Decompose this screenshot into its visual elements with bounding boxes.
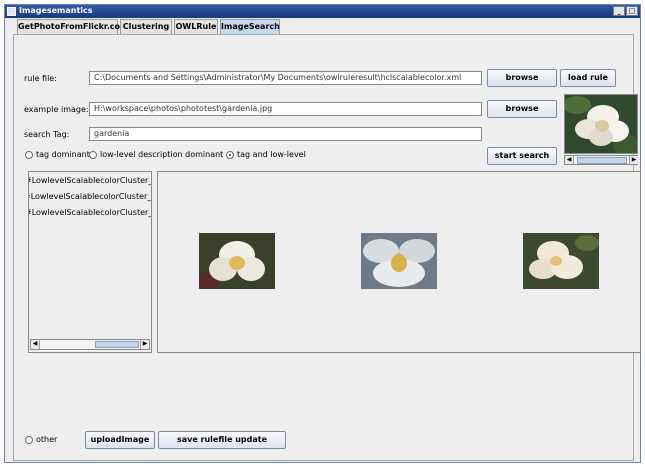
scroll-thumb[interactable] [95,341,139,348]
main-window: Imagesemantics _ □ GetPhotoFromFlickr.co… [4,4,641,463]
result-image[interactable] [199,233,275,289]
search-tag-label: search Tag: [24,130,70,139]
preview-scrollbar[interactable]: ◀ ▶ [564,155,638,165]
scroll-right-icon[interactable]: ▶ [140,340,149,349]
gardenia-result-image [361,233,437,289]
radio-label: low-level description dominant [100,150,224,159]
list-item[interactable]: #LowlevelScalablecolorCluster_2 [29,190,151,204]
radio-tag-dominant[interactable]: tag dominant [25,150,90,159]
rule-file-label: rule file: [24,74,57,83]
radio-low-level-dominant[interactable]: low-level description dominant [89,150,223,159]
result-image[interactable] [361,233,437,289]
tab-getphotofromflickr[interactable]: GetPhotoFromFlickr.com [17,19,128,34]
browse-rule-file-button[interactable]: browse [487,69,557,87]
maximize-button[interactable]: □ [626,6,638,16]
example-image-label: example image: [24,105,89,114]
list-horizontal-scrollbar[interactable]: ◀ ▶ [30,339,150,350]
tab-imagesearch[interactable]: ImageSearch [220,19,280,35]
browse-image-button[interactable]: browse [487,100,557,118]
result-image[interactable] [523,233,599,289]
gardenia-result-image [199,233,275,289]
radio-label: tag and low-level [237,150,306,159]
gardenia-preview-image [565,95,637,153]
radio-circle [25,435,33,444]
gardenia-result-image [523,233,599,289]
scroll-left-icon[interactable]: ◀ [31,340,40,349]
radio-other[interactable]: other [25,435,57,444]
radio-label: tag dominant [36,150,90,159]
example-image-preview [564,94,638,154]
list-item[interactable]: #LowlevelScalablecolorCluster_3 [29,206,151,220]
scroll-left-icon[interactable]: ◀ [565,156,574,164]
radio-circle-selected [226,150,234,159]
load-rule-button[interactable]: load rule [560,69,616,87]
imagesearch-panel: rule file: C:\Documents and Settings\Adm… [13,34,641,461]
search-tag-field[interactable]: gardenia [89,127,482,141]
tab-clustering[interactable]: Clustering [120,19,172,34]
upload-image-button[interactable]: uploadImage [85,431,155,449]
title-bar[interactable]: Imagesemantics _ □ [5,5,640,18]
rule-file-field[interactable]: C:\Documents and Settings\Administrator\… [89,71,482,85]
list-item[interactable]: #LowlevelScalablecolorCluster_9 [29,174,151,188]
save-rulefile-update-button[interactable]: save rulefile update [158,431,286,449]
radio-circle [89,150,97,159]
scroll-right-icon[interactable]: ▶ [629,156,638,164]
scroll-thumb[interactable] [577,157,627,164]
window-title: Imagesemantics [19,6,93,15]
cluster-list[interactable]: #LowlevelScalablecolorCluster_9 #Lowleve… [28,171,152,353]
radio-circle [25,150,33,159]
app-icon [7,7,16,16]
minimize-button[interactable]: _ [613,6,625,16]
example-image-field[interactable]: H:\workspace\photos\phototest\gardenia.j… [89,102,482,116]
radio-tag-and-low-level[interactable]: tag and low-level [226,150,306,159]
tab-owlrule[interactable]: OWLRule [174,19,218,34]
radio-label: other [36,435,58,444]
start-search-button[interactable]: start search [487,147,557,165]
search-results-panel [157,171,641,353]
